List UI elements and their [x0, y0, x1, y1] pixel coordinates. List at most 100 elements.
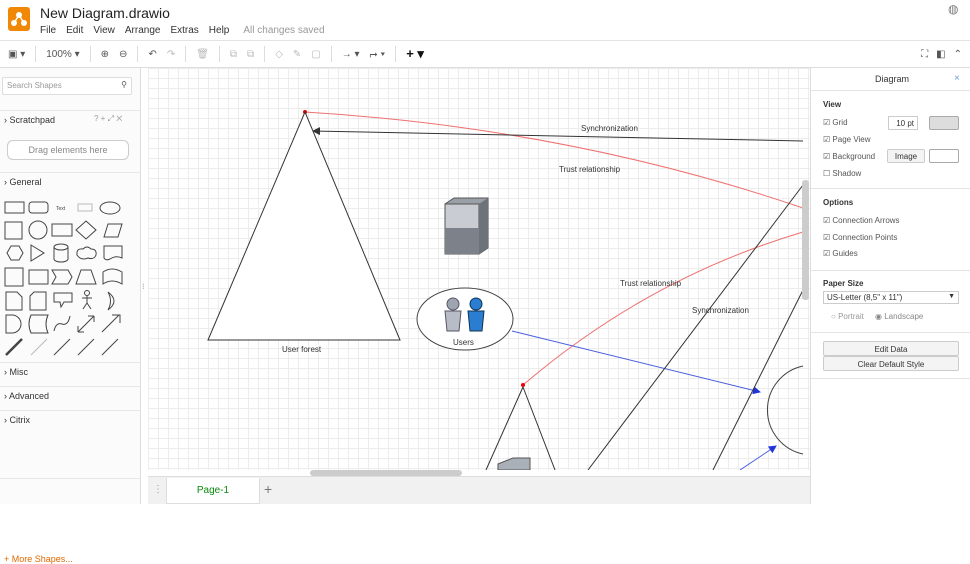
menu-extras[interactable]: Extras [170, 25, 198, 36]
scratchpad-drop-zone[interactable]: Drag elements here [7, 140, 129, 160]
general-shapes-palette[interactable]: Text [4, 200, 134, 358]
document-title[interactable]: New Diagram.drawio [40, 5, 170, 21]
server-icon [444, 197, 489, 255]
divider [185, 46, 187, 62]
shape-rounded-rectangle [28, 201, 49, 214]
menu-help[interactable]: Help [209, 25, 230, 36]
page-view-checkbox[interactable]: ☑ Page View [823, 135, 871, 144]
fullscreen-icon[interactable]: ⛶ [921, 49, 928, 60]
save-status: All changes saved [243, 25, 325, 36]
globe-icon[interactable]: ◍ [948, 2, 958, 16]
section-general[interactable]: › General [0, 172, 141, 191]
shape-cloud [76, 246, 97, 260]
background-color-button[interactable] [929, 149, 959, 163]
undo-icon[interactable]: ↶ [148, 49, 156, 60]
shape-process [51, 223, 73, 237]
more-shapes-link[interactable]: + More Shapes... [4, 554, 73, 564]
citrix-label: Citrix [9, 415, 31, 425]
divider [811, 90, 970, 91]
shape-bidirectional-arrow [77, 315, 95, 333]
background-label: Background [832, 152, 876, 161]
options-heading: Options [823, 198, 854, 207]
shape-text: Text [56, 206, 66, 212]
paper-size-select[interactable]: US-Letter (8,5" x 11") ▼ [823, 291, 959, 304]
vertical-scrollbar[interactable] [802, 180, 809, 300]
shape-circle [28, 220, 48, 240]
to-back-icon[interactable]: ⧉ [247, 49, 254, 60]
collapse-icon[interactable]: ⌃ [954, 49, 962, 60]
zoom-out-icon[interactable]: ⊖ [119, 49, 127, 60]
divider [137, 46, 139, 62]
to-front-icon[interactable]: ⧉ [230, 49, 237, 60]
edit-data-button[interactable]: Edit Data [823, 341, 959, 356]
menu-file[interactable]: File [40, 25, 56, 36]
divider [89, 46, 91, 62]
redo-icon[interactable]: ↷ [167, 49, 175, 60]
grid-checkbox[interactable]: ☑ Grid [823, 118, 848, 127]
connection-points-label: Connection Points [832, 233, 898, 242]
server-icon-partial [497, 457, 531, 470]
shapes-sidebar: Search Shapes ⚲ › Scratchpad ? + ⤢ ✕ Drag… [0, 68, 141, 564]
waypoints-icon[interactable]: ⮣ ▾ [370, 49, 386, 60]
diagram-canvas[interactable]: Synchronization Trust relationship User … [148, 68, 810, 470]
shape-ellipse [99, 201, 121, 215]
search-shapes-input[interactable]: Search Shapes ⚲ [2, 77, 132, 95]
menu-view[interactable]: View [93, 25, 115, 36]
search-icon[interactable]: ⚲ [121, 80, 127, 89]
format-panel-toggle-icon[interactable]: ▣ ▾ [8, 49, 25, 60]
shape-hexagon [6, 245, 24, 261]
landscape-label: Landscape [884, 312, 924, 321]
shape-actor [82, 290, 92, 310]
connection-points-checkbox[interactable]: ☑ Connection Points [823, 233, 897, 242]
section-citrix[interactable]: › Citrix [0, 410, 141, 429]
paper-size-value: US-Letter (8,5" x 11") [827, 293, 903, 302]
landscape-radio[interactable]: ◉ Landscape [875, 312, 923, 321]
pages-menu-icon[interactable]: ⋮ [153, 484, 163, 495]
connection-style-icon[interactable]: → ▾ [342, 49, 360, 60]
shape-line-light [30, 338, 48, 356]
shape-tape [102, 268, 123, 285]
connection-arrows-checkbox[interactable]: ☑ Connection Arrows [823, 216, 900, 225]
shape-arrow [101, 314, 121, 333]
clear-default-style-button[interactable]: Clear Default Style [823, 356, 959, 371]
close-icon[interactable]: × [954, 73, 960, 84]
section-advanced[interactable]: › Advanced [0, 386, 141, 405]
shadow-icon[interactable]: ▢ [311, 49, 320, 60]
shape-card [29, 291, 47, 311]
menu-edit[interactable]: Edit [66, 25, 83, 36]
tab-page-1[interactable]: Page-1 [166, 478, 260, 504]
label-users: Users [453, 338, 474, 347]
shape-data-storage [28, 314, 49, 334]
shape-line-thick [5, 338, 23, 356]
shape-note [5, 291, 23, 311]
shadow-checkbox[interactable]: ☐ Shadow [823, 169, 861, 178]
scratchpad-label: Scratchpad [9, 115, 56, 125]
zoom-select[interactable]: 100% ▾ [46, 49, 79, 60]
line-color-icon[interactable]: ✎ [293, 49, 301, 60]
edge-endpoint [521, 383, 525, 387]
sync-edge-1 [312, 127, 804, 142]
trust-edge-2 [522, 231, 804, 386]
menu-arrange[interactable]: Arrange [125, 25, 161, 36]
add-page-button[interactable]: + [264, 481, 272, 497]
zoom-in-icon[interactable]: ⊕ [101, 49, 109, 60]
guides-checkbox[interactable]: ☑ Guides [823, 249, 858, 258]
panel-toggle-icon[interactable]: ◧ [936, 49, 945, 60]
fill-color-icon[interactable]: ◇ [275, 49, 283, 60]
sidebar-resize-handle[interactable]: ⁝ [142, 282, 145, 291]
portrait-label: Portrait [838, 312, 864, 321]
guides-label: Guides [832, 249, 858, 258]
insert-plus-icon[interactable]: + ▾ [406, 46, 424, 62]
background-image-button[interactable]: Image [887, 149, 925, 163]
section-misc[interactable]: › Misc [0, 362, 141, 381]
shape-delay [5, 314, 22, 334]
scratchpad-actions-icon[interactable]: ? + ⤢ ✕ [94, 114, 122, 124]
portrait-radio[interactable]: ○ Portrait [831, 312, 864, 321]
delete-icon[interactable]: 🗑 [196, 49, 209, 60]
divider [811, 270, 970, 271]
shape-directional-connector [101, 338, 119, 356]
grid-size-input[interactable]: 10 pt [888, 116, 918, 130]
grid-color-button[interactable] [929, 116, 959, 130]
background-checkbox[interactable]: ☑ Background [823, 152, 875, 161]
divider [264, 46, 266, 62]
